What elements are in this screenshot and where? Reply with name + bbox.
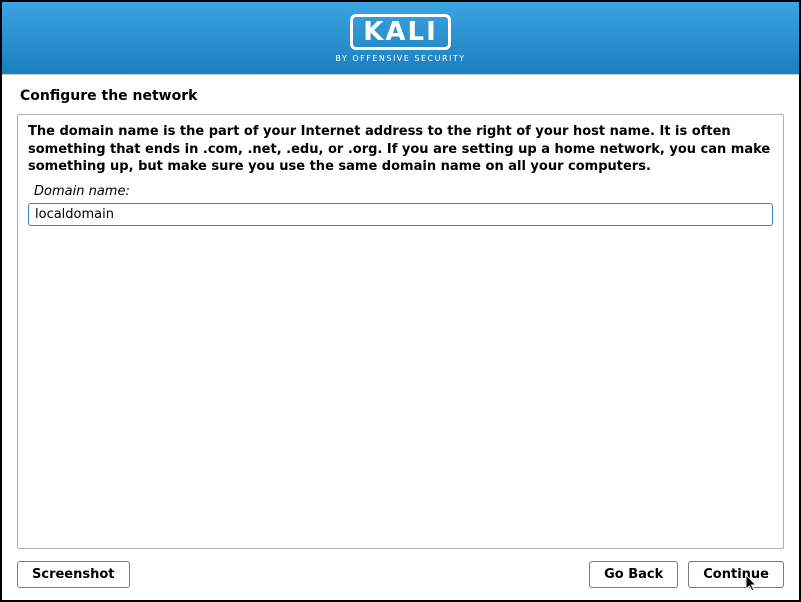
footer-bar: Screenshot Go Back Continue [2,549,799,600]
continue-button[interactable]: Continue [688,561,784,588]
brand-name: KALI [363,17,438,47]
page-title: Configure the network [2,75,799,114]
footer-right-group: Go Back Continue [589,561,784,588]
domain-name-label: Domain name: [34,184,773,199]
brand-tagline: BY OFFENSIVE SECURITY [335,54,465,63]
header-banner: KALI BY OFFENSIVE SECURITY [2,2,799,75]
brand-logo: KALI BY OFFENSIVE SECURITY [335,14,465,63]
instruction-text: The domain name is the part of your Inte… [28,123,773,176]
domain-name-input[interactable] [28,203,773,226]
screenshot-button[interactable]: Screenshot [17,561,130,588]
content-frame: The domain name is the part of your Inte… [17,114,784,549]
go-back-button[interactable]: Go Back [589,561,678,588]
brand-logo-frame: KALI [350,14,451,50]
